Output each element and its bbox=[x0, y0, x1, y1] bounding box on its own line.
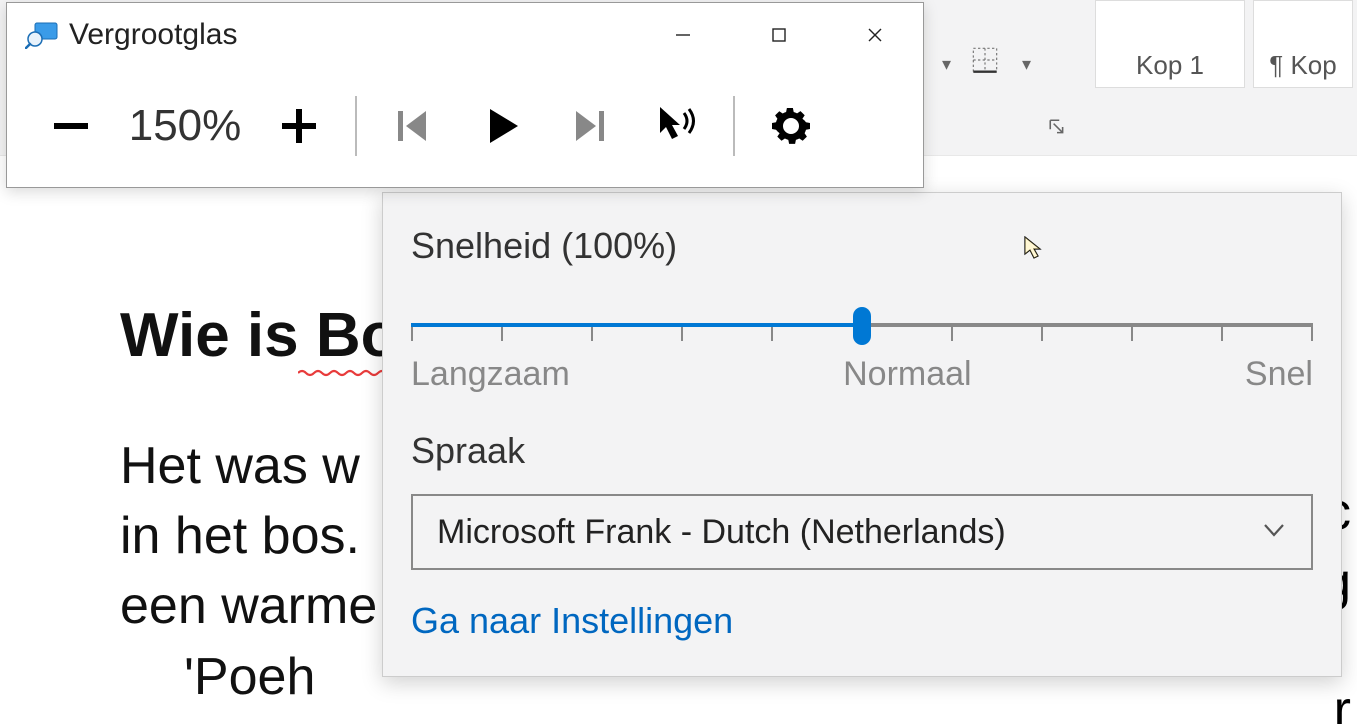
style-kop1[interactable]: Kop 1 bbox=[1095, 0, 1245, 88]
play-button[interactable] bbox=[457, 67, 545, 185]
doc-fragment: r bbox=[1334, 680, 1351, 724]
dropdown-caret[interactable]: ▾ bbox=[1016, 48, 1037, 81]
document-heading: Wie is Bol bbox=[120, 300, 416, 371]
chevron-down-icon bbox=[1261, 513, 1287, 552]
speed-label: Snelheid (100%) bbox=[411, 225, 1313, 267]
separator bbox=[733, 96, 735, 156]
dropdown-caret[interactable]: ▾ bbox=[936, 48, 957, 81]
borders-button[interactable] bbox=[965, 40, 1005, 80]
voice-selected-value: Microsoft Frank - Dutch (Netherlands) bbox=[437, 513, 1006, 552]
window-controls bbox=[635, 3, 923, 67]
style-label: ¶ Kop bbox=[1269, 50, 1336, 81]
titlebar[interactable]: Vergrootglas bbox=[7, 3, 923, 67]
slider-thumb[interactable] bbox=[853, 307, 871, 345]
slider-mid-label: Normaal bbox=[843, 355, 971, 394]
reading-settings-popup: Snelheid (100%) Langzaam Normaal Snel Sp… bbox=[382, 192, 1342, 677]
maximize-button[interactable] bbox=[731, 3, 827, 67]
magnifier-toolbar: 150% bbox=[7, 67, 923, 185]
separator bbox=[355, 96, 357, 156]
spellcheck-underline bbox=[298, 369, 390, 377]
slider-labels: Langzaam Normaal Snel bbox=[411, 355, 1313, 394]
slider-min-label: Langzaam bbox=[411, 355, 570, 394]
dialog-launcher-icon[interactable] bbox=[1048, 118, 1066, 136]
window-title: Vergrootglas bbox=[69, 18, 237, 52]
close-button[interactable] bbox=[827, 3, 923, 67]
zoom-level-display: 150% bbox=[115, 101, 255, 151]
settings-button[interactable] bbox=[747, 67, 835, 185]
previous-button[interactable] bbox=[369, 67, 457, 185]
styles-gallery[interactable]: Kop 1 ¶ Kop bbox=[1091, 0, 1357, 88]
zoom-in-button[interactable] bbox=[255, 67, 343, 185]
read-from-cursor-button[interactable] bbox=[633, 67, 721, 185]
style-kop-pilcrow[interactable]: ¶ Kop bbox=[1253, 0, 1353, 88]
mouse-cursor-icon bbox=[1024, 236, 1044, 260]
go-to-settings-link[interactable]: Ga naar Instellingen bbox=[411, 600, 1313, 642]
magnifier-app-icon bbox=[25, 21, 59, 49]
minimize-button[interactable] bbox=[635, 3, 731, 67]
voice-section-label: Spraak bbox=[411, 430, 1313, 472]
zoom-out-button[interactable] bbox=[27, 67, 115, 185]
style-label: Kop 1 bbox=[1136, 50, 1204, 81]
speed-slider[interactable] bbox=[411, 301, 1313, 349]
slider-max-label: Snel bbox=[1245, 355, 1313, 394]
next-button[interactable] bbox=[545, 67, 633, 185]
magnifier-window: Vergrootglas 150% bbox=[6, 2, 924, 188]
voice-select[interactable]: Microsoft Frank - Dutch (Netherlands) bbox=[411, 494, 1313, 570]
